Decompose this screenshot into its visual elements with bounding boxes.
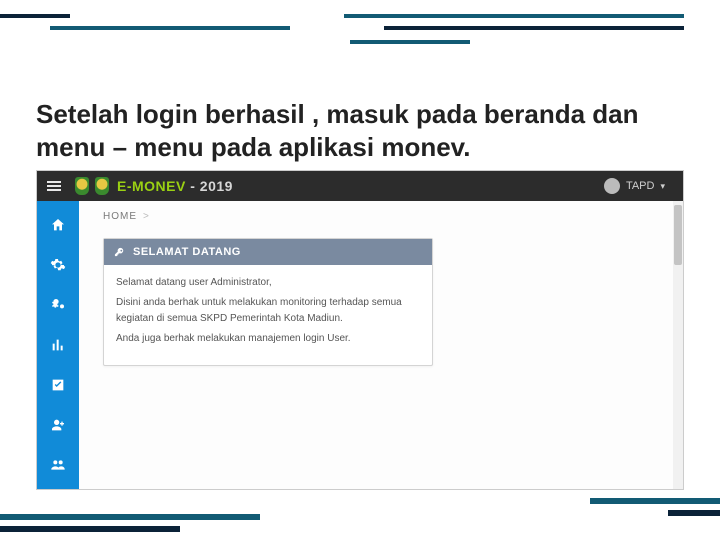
nav-users[interactable] [37, 445, 79, 485]
nav-settings[interactable] [37, 245, 79, 285]
gear-icon [50, 257, 66, 273]
bar-chart-icon [50, 337, 66, 353]
logo-crest-icon [95, 177, 109, 195]
logo-crest-icon [75, 177, 89, 195]
check-square-icon [50, 377, 66, 393]
panel-body: Selamat datang user Administrator, Disin… [104, 265, 432, 365]
welcome-line: Disini anda berhak untuk melakukan monit… [116, 295, 420, 327]
home-icon [50, 217, 66, 233]
app-title-main: E-MONEV [117, 178, 186, 194]
content-area: HOME > SELAMAT DATANG Selamat datang use… [79, 201, 683, 489]
scrollbar-thumb[interactable] [674, 205, 682, 265]
screenshot-area: E-MONEV - 2019 TAPD ▾ [36, 170, 684, 490]
scrollbar[interactable] [673, 201, 683, 489]
nav-stats[interactable] [37, 325, 79, 365]
panel-title: SELAMAT DATANG [133, 246, 241, 258]
user-menu[interactable]: TAPD ▾ [604, 171, 665, 201]
decor-bar [384, 26, 684, 30]
nav-home[interactable] [37, 205, 79, 245]
nav-user-add[interactable] [37, 405, 79, 445]
slide-caption: Setelah login berhasil , masuk pada bera… [36, 98, 684, 163]
decor-bar [350, 40, 470, 44]
gears-icon [50, 297, 66, 313]
app-topbar: E-MONEV - 2019 TAPD ▾ [37, 171, 683, 201]
hamburger-menu-icon[interactable] [47, 181, 61, 191]
sidebar [37, 201, 79, 489]
app-title-year: - 2019 [186, 178, 233, 194]
decor-bar [344, 14, 684, 18]
welcome-line: Anda juga berhak melakukan manajemen log… [116, 331, 420, 347]
breadcrumb-item[interactable]: HOME [103, 211, 137, 222]
avatar-icon [604, 178, 620, 194]
nav-advanced-settings[interactable] [37, 285, 79, 325]
users-icon [50, 457, 66, 473]
chevron-down-icon: ▾ [660, 181, 665, 192]
nav-check[interactable] [37, 365, 79, 405]
app-body: HOME > SELAMAT DATANG Selamat datang use… [37, 201, 683, 489]
key-icon [114, 247, 125, 258]
user-name: TAPD [626, 180, 655, 192]
decor-bar [0, 514, 260, 520]
decor-bar [0, 14, 70, 18]
welcome-panel: SELAMAT DATANG Selamat datang user Admin… [103, 238, 433, 366]
breadcrumb: HOME > [103, 211, 667, 222]
decor-bar [0, 526, 180, 532]
slide: Setelah login berhasil , masuk pada bera… [0, 0, 720, 540]
breadcrumb-separator-icon: > [143, 211, 150, 222]
decor-bar [590, 498, 720, 504]
decor-bar [50, 26, 290, 30]
panel-header: SELAMAT DATANG [104, 239, 432, 265]
decor-bar [668, 510, 720, 516]
app-title: E-MONEV - 2019 [117, 178, 233, 194]
user-plus-icon [50, 417, 66, 433]
welcome-line: Selamat datang user Administrator, [116, 275, 420, 291]
